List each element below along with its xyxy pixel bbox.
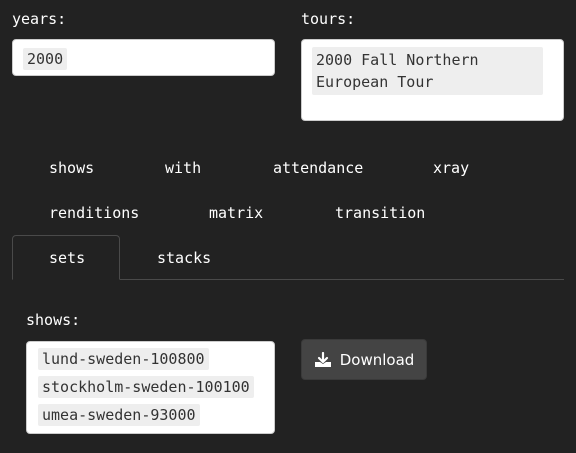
- tab-with[interactable]: with: [165, 157, 201, 179]
- tours-chip-line-1: 2000 Fall Northern: [316, 51, 479, 69]
- tab-stacks[interactable]: stacks: [157, 247, 211, 269]
- tours-label: tours:: [301, 10, 356, 28]
- years-chip[interactable]: 2000: [23, 48, 68, 70]
- app-root: years: 2000 tours: 2000 Fall Northern Eu…: [0, 0, 576, 453]
- years-select[interactable]: 2000: [12, 39, 275, 76]
- tours-chip-line-2: European Tour: [316, 73, 434, 91]
- tab-renditions[interactable]: renditions: [49, 202, 139, 224]
- shows-select[interactable]: lund-sweden-100800 stockholm-sweden-1001…: [26, 341, 275, 434]
- shows-chip[interactable]: umea-sweden-93000: [38, 404, 200, 426]
- download-button[interactable]: Download: [301, 339, 427, 380]
- tab-attendance[interactable]: attendance: [273, 157, 363, 179]
- tab-xray[interactable]: xray: [433, 157, 469, 179]
- shows-chip[interactable]: lund-sweden-100800: [38, 348, 209, 370]
- tab-shows[interactable]: shows: [49, 157, 94, 179]
- shows-chip[interactable]: stockholm-sweden-100100: [38, 376, 254, 398]
- tours-select[interactable]: 2000 Fall Northern European Tour: [301, 39, 564, 121]
- shows-label: shows:: [26, 311, 81, 329]
- years-label: years:: [12, 10, 67, 28]
- download-icon: [314, 351, 331, 367]
- download-label: Download: [339, 350, 415, 369]
- tours-chip[interactable]: 2000 Fall Northern European Tour: [312, 47, 543, 95]
- tab-transition[interactable]: transition: [335, 202, 425, 224]
- tab-matrix[interactable]: matrix: [209, 202, 263, 224]
- tab-sets[interactable]: sets: [49, 247, 85, 269]
